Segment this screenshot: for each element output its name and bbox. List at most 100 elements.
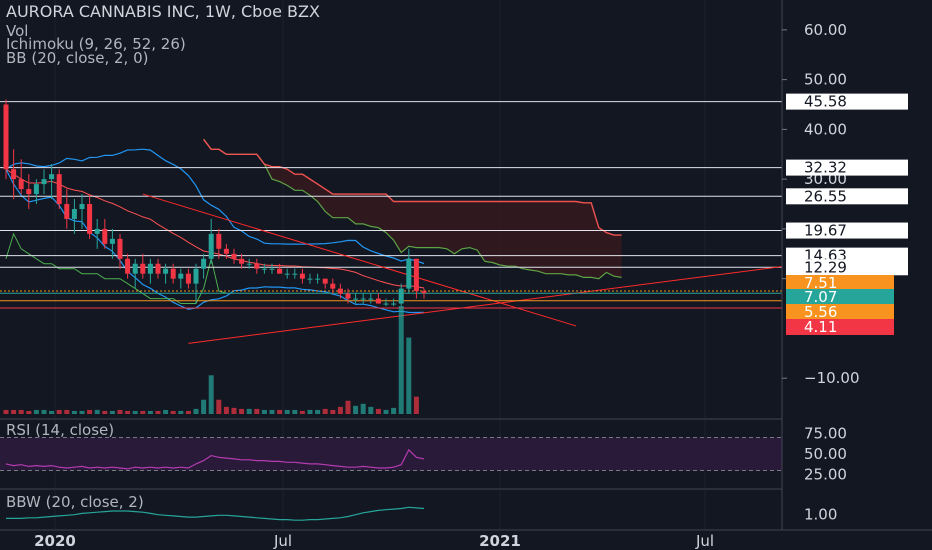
candle-body-39 — [299, 273, 305, 279]
candle-body-5 — [41, 179, 47, 185]
candle-body-24 — [185, 273, 191, 284]
candle-body-20 — [155, 263, 161, 274]
candle-body-15 — [117, 238, 123, 259]
candle-body-14 — [109, 238, 115, 244]
candle-body-51 — [391, 303, 397, 305]
price-tick-label-0: 60.00 — [804, 21, 847, 39]
volume-bar-19 — [147, 410, 153, 414]
volume-bar-11 — [87, 409, 93, 414]
volume-bar-35 — [269, 409, 275, 414]
rsi-band — [0, 437, 782, 471]
candle-body-46 — [353, 298, 359, 300]
volume-bar-20 — [155, 410, 161, 414]
volume-bar-49 — [375, 408, 381, 414]
candle-body-34 — [261, 268, 267, 270]
price-chart[interactable]: 60.0050.0040.0030.0020.0010.00−10.0045.5… — [0, 0, 932, 550]
volume-bar-8 — [64, 409, 70, 414]
volume-bar-9 — [71, 410, 77, 414]
candle-body-40 — [307, 278, 313, 280]
volume-bar-18 — [140, 410, 146, 414]
volume-bar-41 — [315, 409, 321, 414]
candle-body-26 — [201, 258, 207, 269]
candle-body-41 — [315, 278, 321, 280]
price-badge-box-0 — [786, 275, 894, 291]
candle-body-10 — [79, 204, 85, 209]
candle-body-47 — [360, 298, 366, 300]
volume-bar-37 — [284, 409, 290, 414]
candle-body-18 — [140, 263, 146, 274]
volume-bar-24 — [185, 410, 191, 414]
volume-bar-26 — [201, 399, 207, 414]
candle-body-4 — [33, 184, 39, 195]
volume-bar-14 — [109, 410, 115, 414]
volume-bar-13 — [102, 410, 108, 414]
candle-body-37 — [284, 273, 290, 275]
candle-body-50 — [383, 303, 389, 305]
volume-bar-46 — [353, 405, 359, 414]
candle-body-0 — [3, 104, 9, 170]
candle-body-31 — [239, 258, 245, 264]
candle-body-6 — [49, 174, 55, 180]
volume-bar-22 — [170, 410, 176, 414]
volume-bar-50 — [383, 409, 389, 414]
volume-bar-52 — [398, 306, 404, 414]
candle-body-55 — [421, 291, 427, 294]
candle-body-28 — [216, 233, 222, 249]
level-label-2: 26.55 — [804, 187, 847, 205]
volume-bar-30 — [231, 407, 237, 414]
candle-body-38 — [292, 273, 298, 275]
candle-body-2 — [18, 179, 24, 190]
volume-bar-31 — [239, 408, 245, 414]
price-badge-label-3: 4.11 — [804, 318, 837, 336]
volume-bar-17 — [132, 410, 138, 414]
price-badge-box-2 — [786, 304, 894, 320]
volume-bar-7 — [56, 409, 62, 414]
volume-bar-12 — [94, 409, 100, 414]
volume-bar-51 — [391, 407, 397, 414]
candle-body-22 — [170, 268, 176, 279]
candle-body-32 — [246, 263, 252, 265]
volume-bar-15 — [117, 409, 123, 414]
candle-body-21 — [163, 268, 169, 274]
volume-bar-54 — [413, 396, 419, 414]
candle-body-33 — [254, 263, 260, 269]
volume-bar-5 — [41, 409, 47, 414]
level-label-3: 19.67 — [804, 222, 847, 240]
candle-body-29 — [223, 248, 229, 254]
price-tick-label-1: 50.00 — [804, 71, 847, 89]
time-tick-label-0: 2020 — [34, 532, 76, 550]
candle-body-7 — [56, 174, 62, 205]
volume-bar-32 — [246, 408, 252, 414]
candle-body-9 — [71, 209, 77, 219]
candle-body-36 — [277, 268, 283, 274]
price-badge-box-1 — [786, 289, 894, 305]
bbw-tick-label-0: 1.00 — [804, 506, 837, 524]
volume-bar-28 — [216, 399, 222, 414]
candle-body-48 — [368, 298, 374, 300]
volume-bar-45 — [345, 400, 351, 414]
volume-bar-38 — [292, 409, 298, 414]
volume-bar-10 — [79, 410, 85, 414]
volume-bar-3 — [26, 410, 32, 414]
candle-body-44 — [337, 288, 343, 294]
volume-bar-2 — [18, 409, 24, 414]
volume-bar-27 — [208, 375, 214, 414]
candle-body-3 — [26, 189, 32, 195]
candle-body-42 — [322, 278, 328, 284]
time-tick-label-2: 2021 — [479, 532, 521, 550]
volume-bar-48 — [368, 406, 374, 414]
rsi-tick-label-0: 75.00 — [804, 424, 847, 442]
volume-bar-6 — [49, 410, 55, 414]
rsi-tick-label-2: 25.00 — [804, 466, 847, 484]
time-axis-background — [0, 530, 932, 550]
candle-body-17 — [132, 263, 138, 274]
price-tick-label-6: −10.00 — [804, 369, 860, 387]
candle-body-30 — [231, 253, 237, 259]
time-tick-label-1: Jul — [273, 532, 292, 550]
candle-body-53 — [406, 258, 412, 289]
volume-bar-29 — [223, 406, 229, 414]
volume-bar-4 — [33, 409, 39, 414]
volume-bar-34 — [261, 409, 267, 414]
candle-body-27 — [208, 233, 214, 259]
price-badge-box-3 — [786, 319, 894, 335]
